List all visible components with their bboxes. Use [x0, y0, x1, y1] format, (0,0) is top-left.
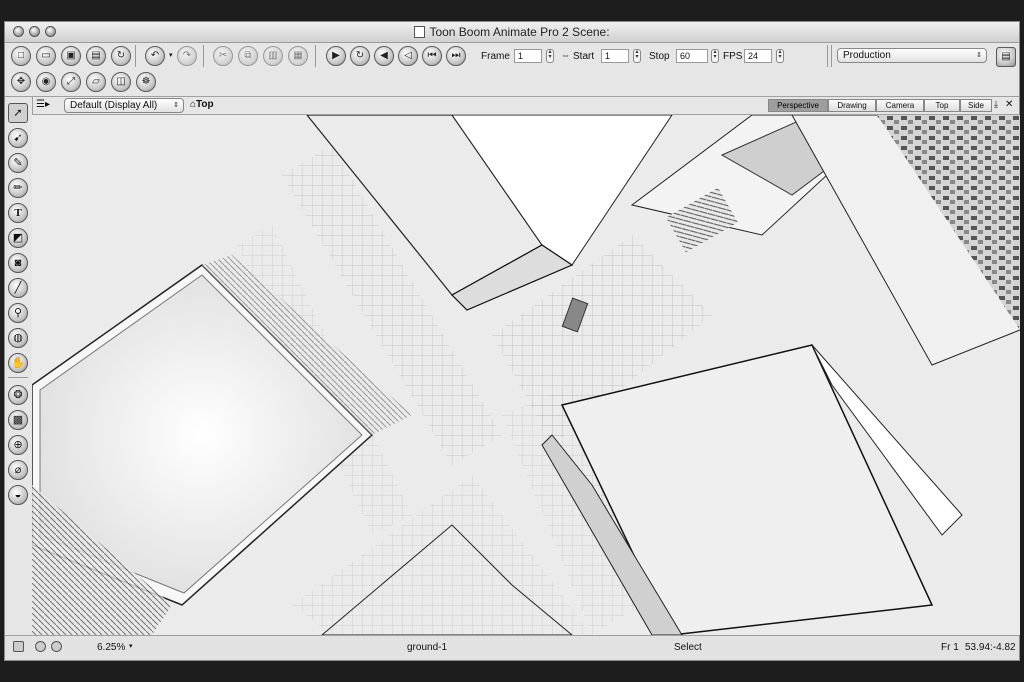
toolbar-divider: [831, 45, 832, 67]
skew-icon[interactable]: ▱: [86, 72, 106, 92]
display-select-value: Default (Display All): [70, 100, 158, 111]
workspace-select-value: Production: [843, 50, 891, 61]
line-tool-icon[interactable]: ╱: [8, 278, 28, 298]
tab-drawing[interactable]: Drawing: [828, 99, 876, 112]
play-icon[interactable]: ▶: [326, 46, 346, 66]
open-scene-icon[interactable]: ▭: [36, 46, 56, 66]
ink-tool-icon[interactable]: ◍: [8, 328, 28, 348]
title-bar[interactable]: Toon Boom Animate Pro 2 Scene:: [5, 22, 1019, 43]
main-toolbar: □ ▭ ▣ ▤ ↻ ↶ ▾ ↷ ✂ ⧉ ▥ ▦ ▶ ↻ ◀ ◁ ⏮ ⏭ Fram…: [5, 43, 1019, 69]
transform-icon[interactable]: ✥: [11, 72, 31, 92]
paint-tool-icon[interactable]: ◙: [8, 253, 28, 273]
envelope-tool-icon[interactable]: ▩: [8, 410, 28, 430]
brush-tool-icon[interactable]: ✎: [8, 153, 28, 173]
toolbar-divider: [135, 45, 136, 67]
hand-tool-icon[interactable]: ✋: [8, 353, 28, 373]
start-label: Start: [573, 51, 595, 62]
tools-toolbar: ➚ ➹ ✎ ✏ T ◩ ◙ ╱ ⚲ ◍ ✋ ❂ ▩ ⊕ ⌀ ◒: [5, 97, 33, 635]
first-frame-icon[interactable]: ⏮: [422, 46, 442, 66]
reset-view-icon[interactable]: [13, 641, 24, 652]
stop-field[interactable]: 60: [676, 49, 708, 63]
text-tool-icon[interactable]: T: [8, 203, 28, 223]
tab-perspective[interactable]: Perspective: [768, 99, 828, 112]
top-view-indicator[interactable]: ⌂Top: [190, 99, 214, 110]
save-scene-icon[interactable]: ▣: [61, 46, 81, 66]
secondary-toolbar: ✥ ◉ ⤢ ▱ ◫ ☸: [5, 69, 1019, 97]
import-icon[interactable]: ↻: [111, 46, 131, 66]
tools-divider: [8, 377, 28, 378]
pivot-tool-icon[interactable]: ⊕: [8, 435, 28, 455]
view-menu-icon[interactable]: ☰▸: [36, 99, 50, 110]
current-view-label: Top: [196, 99, 214, 110]
frame-stepper[interactable]: ▴ ▾: [546, 49, 554, 63]
stop-stepper[interactable]: ▴ ▾: [711, 49, 719, 63]
zoom-dropdown-icon[interactable]: ▾: [129, 642, 133, 650]
tab-side[interactable]: Side: [960, 99, 992, 112]
undo-icon[interactable]: ↶: [145, 46, 165, 66]
toolbar-divider: [827, 45, 828, 67]
current-drawing: ground-1: [407, 642, 448, 653]
chevron-updown-icon: ⇕: [173, 102, 179, 109]
scale-icon[interactable]: ⤢: [61, 72, 81, 92]
tab-top[interactable]: Top: [924, 99, 960, 112]
dropper-tool-icon[interactable]: ⚲: [8, 303, 28, 323]
copy-icon[interactable]: ⧉: [238, 46, 258, 66]
morphing-tool-icon[interactable]: ❂: [8, 385, 28, 405]
contour-editor-icon[interactable]: ➹: [8, 128, 28, 148]
reset-rotation-icon[interactable]: [35, 641, 46, 652]
spline-offset-icon[interactable]: ◒: [8, 485, 28, 505]
camera-icon[interactable]: ◫: [111, 72, 131, 92]
paste-special-icon[interactable]: ▦: [288, 46, 308, 66]
new-scene-icon[interactable]: □: [11, 46, 31, 66]
reset-zoom-icon[interactable]: [51, 641, 62, 652]
document-icon: [414, 26, 426, 38]
app-window: Toon Boom Animate Pro 2 Scene: □ ▭ ▣ ▤ ↻…: [4, 21, 1020, 661]
loop-icon[interactable]: ↻: [350, 46, 370, 66]
close-view-icon[interactable]: ✕: [1005, 99, 1013, 110]
redo-icon[interactable]: ↷: [177, 46, 197, 66]
morph-icon[interactable]: ☸: [136, 72, 156, 92]
frame-field[interactable]: 1: [514, 49, 542, 63]
save-as-icon[interactable]: ▤: [86, 46, 106, 66]
current-frame: Fr 1: [941, 642, 959, 653]
frame-label: Frame: [481, 51, 510, 62]
last-frame-icon[interactable]: ⏭: [446, 46, 466, 66]
stop-label: Stop: [649, 51, 670, 62]
zoom-level[interactable]: 6.25%: [97, 642, 125, 653]
eraser-tool-icon[interactable]: ◩: [8, 228, 28, 248]
toolbar-divider: [315, 45, 316, 67]
view-header: ☰▸ Default (Display All) ⇕ ⌂Top Perspecti…: [32, 97, 1019, 115]
sound-icon[interactable]: ◀: [374, 46, 394, 66]
fps-field[interactable]: 24: [744, 49, 772, 63]
current-tool: Select: [674, 642, 702, 653]
fps-stepper[interactable]: ▴ ▾: [776, 49, 784, 63]
sound-scrub-icon[interactable]: ◁: [398, 46, 418, 66]
window-title: Toon Boom Animate Pro 2 Scene:: [5, 25, 1019, 39]
pencil-tool-icon[interactable]: ✏: [8, 178, 28, 198]
chevron-updown-icon: ⇕: [976, 52, 982, 59]
zoom-tool-icon[interactable]: ⌀: [8, 460, 28, 480]
undo-dropdown-icon[interactable]: ▾: [169, 51, 173, 59]
scene-drawing: [32, 115, 1020, 635]
workspace-manager-icon[interactable]: ▤: [996, 47, 1016, 67]
rotate-icon[interactable]: ◉: [36, 72, 56, 92]
display-select[interactable]: Default (Display All) ⇕: [64, 98, 184, 113]
start-stepper[interactable]: ▴ ▾: [633, 49, 641, 63]
cut-icon[interactable]: ✂: [213, 46, 233, 66]
view-options-icon[interactable]: ⤓: [994, 99, 998, 110]
start-field[interactable]: 1: [601, 49, 629, 63]
window-title-text: Toon Boom Animate Pro 2 Scene:: [429, 25, 610, 39]
workspace-select[interactable]: Production ⇕: [837, 48, 987, 63]
select-tool-icon[interactable]: ➚: [8, 103, 28, 123]
range-link-icon[interactable]: ⇔: [561, 50, 570, 60]
tab-camera[interactable]: Camera: [876, 99, 924, 112]
perspective-viewport[interactable]: [32, 115, 1020, 635]
fps-label: FPS: [723, 51, 743, 62]
paste-icon[interactable]: ▥: [263, 46, 283, 66]
toolbar-divider: [203, 45, 204, 67]
cursor-coordinates: 53.94:-4.82: [965, 642, 1016, 653]
status-bar: 6.25% ▾ ground-1 Select Fr 1 53.94:-4.82: [5, 635, 1019, 660]
